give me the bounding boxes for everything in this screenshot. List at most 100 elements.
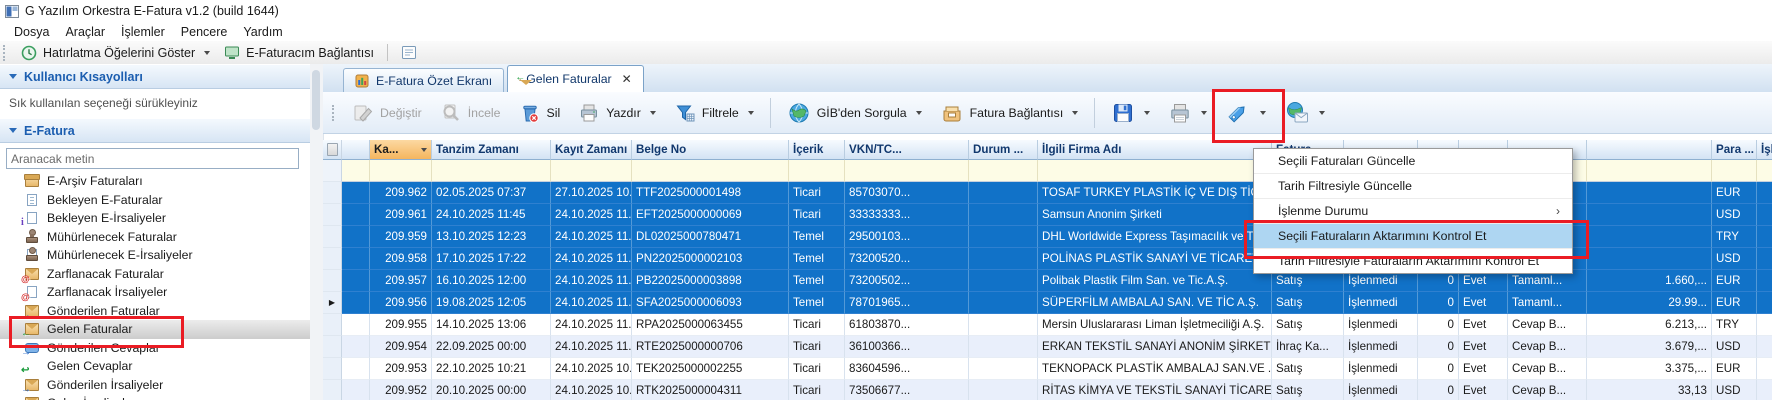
sidebar-item-e-arsiv-faturalari[interactable]: E-Arşiv Faturaları [0,172,310,191]
row-indicator [323,226,342,248]
reminder-button[interactable]: Hatırlatma Öğelerini Göster [14,43,217,63]
sidebar-item-zarflanacak-faturalar[interactable]: @Zarflanacak Faturalar [0,265,310,284]
column-header-belge[interactable]: Belge No [632,140,789,160]
printer-button[interactable] [1159,96,1216,130]
filter-cell-para[interactable] [1712,160,1757,182]
filter-cell-tutar[interactable] [1587,160,1712,182]
sidebar-item-zarflanacak-i-rsaliyeler[interactable]: @Zarflanacak İrsaliyeler [0,283,310,302]
menubar-item-pencere[interactable]: Pencere [173,24,236,40]
sidebar-section-efatura[interactable]: E-Fatura [0,118,310,143]
tab-gelen-faturalar[interactable]: ←Gelen Faturalar✕ [507,65,644,92]
send-mail-button[interactable] [1275,96,1334,130]
fatura-baglantisi-button[interactable]: Fatura Bağlantısı [931,97,1088,129]
sidebar-item-content: →Gönderilen Faturalar [25,304,160,318]
column-header-kayit[interactable]: Kayıt Zamanı [551,140,632,160]
seal-invoice-icon [25,231,39,243]
table-row[interactable]: 209.95220.10.2025 00:0024.10.2025 10...R… [323,380,1772,400]
table-row[interactable]: ▶209.95619.08.2025 12:0524.10.2025 11...… [323,292,1772,314]
menubar-item-dosya[interactable]: Dosya [6,24,57,40]
filter-cell-islem[interactable] [1757,160,1772,182]
menu-item-secili-faturalari-guncelle[interactable]: Seçili Faturaları Güncelle [1254,149,1572,174]
sidebar-item-gelen-cevaplar[interactable]: ↩Gelen Cevaplar [0,357,310,376]
column-header-icerik[interactable]: İçerik [789,140,845,160]
filter-cell-tanzim[interactable] [432,160,551,182]
column-header-tutar[interactable] [1587,140,1712,160]
rowicon-cell [342,182,370,204]
filter-cell-icerik[interactable] [789,160,845,182]
menu-item-tarih-filtresiyle-guncelle[interactable]: Tarih Filtresiyle Güncelle [1254,174,1572,199]
degistir-button[interactable]: Değiştir [343,97,431,129]
menubar-item-yardim[interactable]: Yardım [235,24,290,40]
sidebar-section-user-shortcuts[interactable]: Kullanıcı Kısayolları [0,64,310,89]
sidebar-item-gonderilen-i-rsaliyeler[interactable]: →Gönderilen İrsaliyeler [0,376,310,395]
sil-button[interactable]: Sil [510,97,570,129]
yazdir-button[interactable]: Yazdır [569,97,665,129]
column-header-para[interactable]: Para ... [1712,140,1757,160]
section-label: Kullanıcı Kısayolları [24,70,143,84]
sidebar-item-gonderilen-faturalar[interactable]: →Gönderilen Faturalar [0,302,310,321]
collapse-arrow-icon [9,74,17,79]
menu-item-tarih-filtresiyle-faturalarin-aktarimini-kontrol-et[interactable]: Tarih Filtresiyle Faturaların Aktarımını… [1254,249,1572,273]
sidebar-item-label: Bekleyen E-Faturalar [47,193,163,207]
column-header-vkn[interactable]: VKN/TC... [845,140,969,160]
report-button[interactable] [394,43,424,62]
menu-item-secili-faturalarin-aktarimini-kontrol-et[interactable]: Seçili Faturaların Aktarımını Kontrol Et [1254,224,1572,249]
column-header-tanzim[interactable]: Tanzim Zamanı [432,140,551,160]
sidebar-item-bekleyen-e-i-rsaliyeler[interactable]: iBekleyen E-İrsaliyeler [0,209,310,228]
filtrele-button[interactable]: Filtrele [665,97,763,129]
i-ncele-button[interactable]: İncele [431,97,510,129]
search-input[interactable] [6,148,299,169]
menu-item-i-slenme-durumu[interactable]: İşlenme Durumu› [1254,199,1572,224]
column-header-rowicon[interactable] [342,140,370,160]
sidebar-item-muhurlenecek-faturalar[interactable]: Mühürlenecek Faturalar [0,228,310,247]
sidebar-item-muhurlenecek-e-i-rsaliyeler[interactable]: Mühürlenecek E-İrsaliyeler [0,246,310,265]
filter-cell-belge[interactable] [632,160,789,182]
sidebar-item-gelen-faturalar[interactable]: ←Gelen Faturalar [0,320,310,339]
filter-cell-no[interactable] [370,160,432,182]
vkn-cell: 73506677... [845,380,969,400]
sidebar-item-gonderilen-cevaplar[interactable]: →Gönderilen Cevaplar [0,339,310,358]
vkn-cell: 61803870... [845,314,969,336]
column-header-islem[interactable]: İşlem Gr... [1757,140,1772,160]
submenu-arrow-icon: › [1556,204,1560,218]
column-header-no[interactable]: Ka... [370,140,432,160]
menubar-item-i-slemler[interactable]: İşlemler [113,24,173,40]
icerik-cell: Temel [789,270,845,292]
scrollbar-thumb[interactable] [312,70,320,130]
tutar-cell: 29.99... [1587,292,1712,314]
grid-corner-cell[interactable] [323,140,342,160]
filter-cell-vkn[interactable] [845,160,969,182]
sidebar-scrollbar[interactable] [310,64,324,400]
report-icon [401,45,417,60]
chevron-down-icon [748,111,754,115]
menu-item-label: Seçili Faturaları Güncelle [1278,154,1415,168]
filter-cell-rowicon[interactable] [342,160,370,182]
table-row[interactable]: 209.95514.10.2025 13:0624.10.2025 11...R… [323,314,1772,336]
efaturacim-button[interactable]: E-Faturacım Bağlantısı [217,43,381,63]
tab-e-fatura-ozet-ekrani[interactable]: E-Fatura Özet Ekranı [343,68,504,92]
durum-cell [969,336,1038,358]
filter-cell-durum[interactable] [969,160,1038,182]
table-row[interactable]: 209.95322.10.2025 10:2124.10.2025 10...T… [323,358,1772,380]
filter-cell-kayit[interactable] [551,160,632,182]
gi-b-den-sorgula-button[interactable]: GİB'den Sorgula [778,96,931,130]
column-header-durum[interactable]: Durum ... [969,140,1038,160]
summary-icon [355,74,369,88]
column-header-firma[interactable]: İlgili Firma Adı [1038,140,1272,160]
sidebar-item-gelen-i-rsaliyeler[interactable]: ←Gelen İrsaliyeler [0,394,310,400]
context-menu: Seçili Faturaları Güncelle Tarih Filtresi… [1253,148,1573,274]
para-cell: EUR [1712,182,1757,204]
tag-button[interactable] [1216,95,1275,131]
menubar-item-araclar[interactable]: Araçlar [57,24,113,40]
seal-waybill-icon [25,249,39,261]
filter-cell-firma[interactable] [1038,160,1272,182]
close-icon[interactable]: ✕ [622,73,632,85]
tanzim-cell: 13.10.2025 12:23 [432,226,551,248]
sidebar-item-bekleyen-e-faturalar[interactable]: Bekleyen E-Faturalar [0,191,310,210]
belge-cell: TTF2025000001498 [632,182,789,204]
save-button[interactable] [1102,96,1159,130]
toolbar-separator [770,98,771,128]
fatura-cell: Satış [1272,380,1344,400]
tab-strip: E-Fatura Özet Ekranı←Gelen Faturalar✕ [323,64,1772,93]
table-row[interactable]: 209.95422.09.2025 00:0024.10.2025 11...R… [323,336,1772,358]
